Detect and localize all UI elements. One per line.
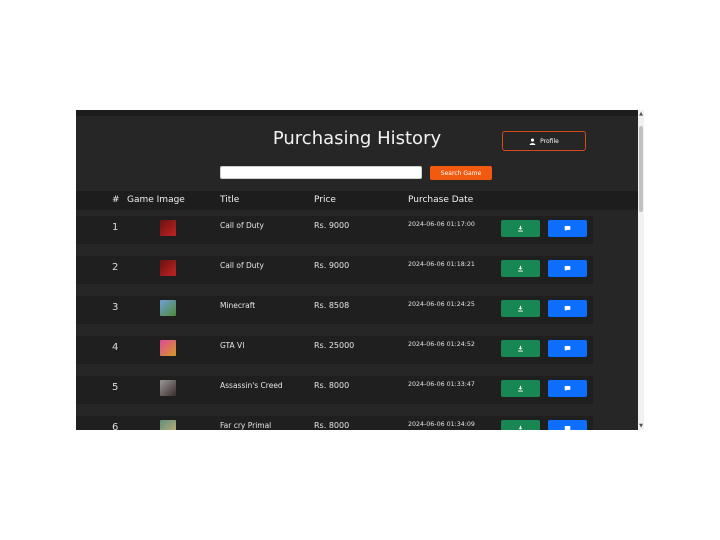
table-row: 3 Minecraft Rs. 8508 2024-06-06 01:24:25 (76, 296, 593, 324)
profile-label: Profile (540, 137, 559, 145)
purchase-date: 2024-06-06 01:33:47 (408, 381, 475, 388)
top-strip (76, 110, 638, 116)
row-number: 3 (112, 302, 119, 313)
game-price: Rs. 8000 (314, 381, 350, 390)
scrollbar[interactable]: ▲ ▼ (638, 110, 644, 430)
download-button[interactable] (501, 220, 540, 237)
game-thumbnail (160, 300, 176, 316)
game-title: Call of Duty (220, 261, 264, 270)
row-number: 2 (112, 262, 119, 273)
col-number: # (112, 195, 120, 205)
purchase-date: 2024-06-06 01:34:09 (408, 421, 475, 428)
download-icon (518, 305, 523, 312)
purchase-date: 2024-06-06 01:18:21 (408, 261, 475, 268)
app-window: Purchasing History Profile Search Game #… (76, 110, 644, 430)
message-button[interactable] (548, 220, 587, 237)
col-title: Title (220, 195, 240, 205)
message-button[interactable] (548, 380, 587, 397)
download-icon (518, 385, 523, 392)
purchase-date: 2024-06-06 01:24:25 (408, 301, 475, 308)
scroll-thumb[interactable] (639, 126, 643, 212)
user-icon (529, 138, 536, 145)
row-number: 6 (112, 422, 119, 430)
table-row: 4 GTA VI Rs. 25000 2024-06-06 01:24:52 (76, 336, 593, 364)
purchase-date: 2024-06-06 01:24:52 (408, 341, 475, 348)
profile-button[interactable]: Profile (502, 131, 586, 151)
message-icon (564, 226, 571, 232)
scroll-up-icon[interactable]: ▲ (638, 110, 644, 118)
message-icon (564, 426, 571, 430)
download-icon (518, 265, 523, 272)
download-icon (518, 425, 523, 430)
message-button[interactable] (548, 340, 587, 357)
game-price: Rs. 25000 (314, 341, 355, 350)
col-game-image: Game Image (127, 195, 185, 205)
table-header: # Game Image Title Price Purchase Date (76, 191, 638, 210)
game-thumbnail (160, 340, 176, 356)
download-button[interactable] (501, 340, 540, 357)
game-thumbnail (160, 260, 176, 276)
table-row: 6 Far cry Primal Rs. 8000 2024-06-06 01:… (76, 416, 593, 430)
row-number: 5 (112, 382, 119, 393)
game-thumbnail (160, 380, 176, 396)
download-button[interactable] (501, 380, 540, 397)
download-button[interactable] (501, 300, 540, 317)
row-number: 1 (112, 222, 119, 233)
download-icon (518, 225, 523, 232)
game-title: Call of Duty (220, 221, 264, 230)
scroll-down-icon[interactable]: ▼ (638, 422, 644, 430)
message-button[interactable] (548, 260, 587, 277)
search-input[interactable] (220, 166, 422, 179)
purchase-date: 2024-06-06 01:17:00 (408, 221, 475, 228)
col-price: Price (314, 195, 336, 205)
game-price: Rs. 9000 (314, 261, 350, 270)
message-icon (564, 266, 571, 272)
game-thumbnail (160, 420, 176, 430)
message-icon (564, 346, 571, 352)
table-row: 1 Call of Duty Rs. 9000 2024-06-06 01:17… (76, 216, 593, 244)
download-button[interactable] (501, 260, 540, 277)
message-button[interactable] (548, 420, 587, 430)
game-price: Rs. 8508 (314, 301, 350, 310)
col-purchase-date: Purchase Date (408, 195, 474, 205)
game-title: Assassin's Creed (220, 381, 283, 390)
search-button[interactable]: Search Game (430, 166, 492, 180)
game-title: Minecraft (220, 301, 256, 310)
table-row: 5 Assassin's Creed Rs. 8000 2024-06-06 0… (76, 376, 593, 404)
download-button[interactable] (501, 420, 540, 430)
game-title: Far cry Primal (220, 421, 272, 430)
message-icon (564, 306, 571, 312)
table-row: 2 Call of Duty Rs. 9000 2024-06-06 01:18… (76, 256, 593, 284)
game-price: Rs. 9000 (314, 221, 350, 230)
row-number: 4 (112, 342, 119, 353)
game-title: GTA VI (220, 341, 245, 350)
message-icon (564, 386, 571, 392)
download-icon (518, 345, 523, 352)
game-thumbnail (160, 220, 176, 236)
game-price: Rs. 8000 (314, 421, 350, 430)
page-content: Purchasing History Profile Search Game #… (76, 110, 638, 430)
message-button[interactable] (548, 300, 587, 317)
